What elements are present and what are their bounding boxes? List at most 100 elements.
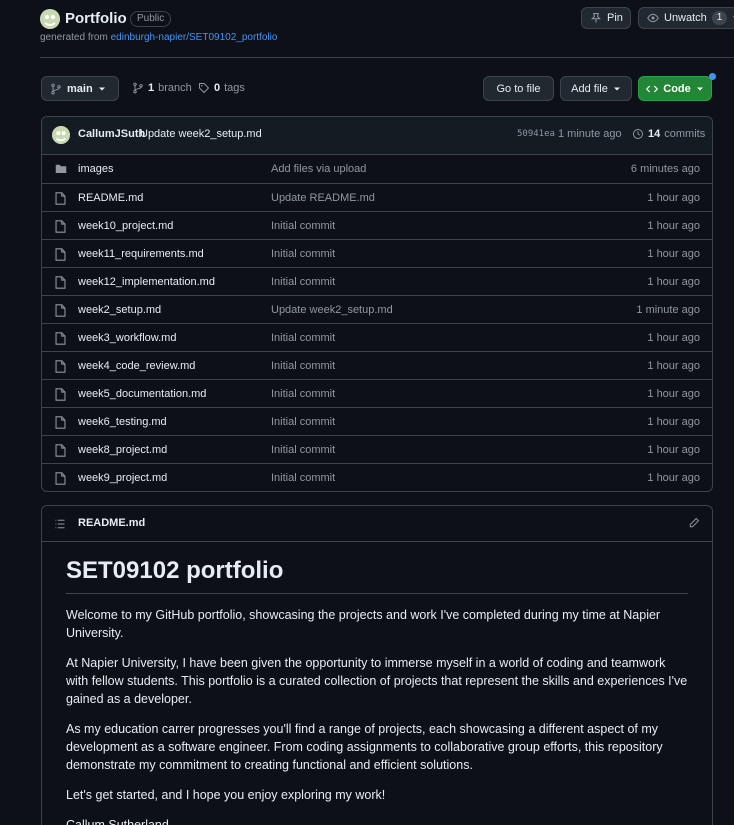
readme-signature: Callum Sutherland bbox=[66, 818, 169, 825]
add-file-button[interactable]: Add file bbox=[560, 76, 632, 101]
readme-header: README.md bbox=[42, 506, 712, 542]
code-label: Code bbox=[663, 82, 691, 95]
file-commit-message[interactable]: Initial commit bbox=[271, 472, 335, 484]
file-icon bbox=[55, 220, 66, 233]
file-row[interactable]: week8_project.md Initial commit 1 hour ago bbox=[42, 435, 712, 463]
pin-icon bbox=[590, 12, 602, 24]
file-name[interactable]: week5_documentation.md bbox=[78, 388, 206, 400]
file-row[interactable]: week4_code_review.md Initial commit 1 hour… bbox=[42, 351, 712, 379]
unwatch-label: Unwatch bbox=[664, 12, 707, 24]
commit-message[interactable]: Update week2_setup.md bbox=[140, 128, 262, 140]
file-commit-time: 1 hour ago bbox=[647, 471, 700, 484]
file-name[interactable]: README.md bbox=[78, 192, 143, 204]
file-commit-message[interactable]: Update week2_setup.md bbox=[271, 304, 393, 316]
readme-paragraph: Let's get started, and I hope you enjoy … bbox=[66, 788, 386, 802]
file-row[interactable]: week5_documentation.md Initial commit 1 ho… bbox=[42, 379, 712, 407]
branches-link[interactable]: 1 branch bbox=[132, 82, 192, 94]
file-browser: CallumJSuth Update week2_setup.md 50941e… bbox=[41, 116, 713, 492]
file-commit-message[interactable]: Initial commit bbox=[271, 444, 335, 456]
file-name[interactable]: week9_project.md bbox=[78, 472, 167, 484]
notification-dot bbox=[709, 73, 716, 80]
file-commit-message[interactable]: Initial commit bbox=[271, 388, 335, 400]
tag-icon bbox=[198, 82, 210, 94]
readme-heading: SET09102 portfolio bbox=[66, 556, 688, 594]
file-commit-time: 1 hour ago bbox=[647, 331, 700, 344]
commits-link[interactable]: 14 commits bbox=[632, 128, 705, 140]
code-button[interactable]: Code bbox=[638, 76, 712, 101]
file-row[interactable]: week11_requirements.md Initial commit 1 ho… bbox=[42, 239, 712, 267]
file-icon bbox=[55, 276, 66, 289]
file-row[interactable]: week3_workflow.md Initial commit 1 hour ag… bbox=[42, 323, 712, 351]
pin-label: Pin bbox=[607, 12, 623, 24]
file-icon bbox=[55, 332, 66, 345]
watch-count: 1 bbox=[711, 11, 728, 25]
file-commit-message[interactable]: Initial commit bbox=[271, 220, 335, 232]
pin-button[interactable]: Pin bbox=[581, 7, 631, 29]
file-row[interactable]: images Add files via upload 6 minutes ago bbox=[42, 155, 712, 183]
readme-file-label[interactable]: README.md bbox=[78, 517, 145, 529]
file-commit-message[interactable]: Initial commit bbox=[271, 276, 335, 288]
file-name[interactable]: week11_requirements.md bbox=[78, 248, 204, 260]
file-commit-time: 1 hour ago bbox=[647, 247, 700, 260]
file-row[interactable]: week12_implementation.md Initial commit 1 … bbox=[42, 267, 712, 295]
file-name[interactable]: week10_project.md bbox=[78, 220, 173, 232]
file-icon bbox=[55, 416, 66, 429]
file-row[interactable]: week9_project.md Initial commit 1 hour ago bbox=[42, 463, 712, 491]
code-icon bbox=[646, 83, 659, 95]
file-commit-message[interactable]: Initial commit bbox=[271, 332, 335, 344]
file-name[interactable]: images bbox=[78, 163, 113, 175]
commit-time: 1 minute ago bbox=[558, 128, 622, 140]
branch-name: main bbox=[67, 82, 93, 95]
file-icon bbox=[55, 472, 66, 485]
file-row[interactable]: week10_project.md Initial commit 1 hour ag… bbox=[42, 211, 712, 239]
file-commit-time: 1 minute ago bbox=[636, 303, 700, 316]
file-commit-time: 1 hour ago bbox=[647, 415, 700, 428]
commit-author[interactable]: CallumJSuth bbox=[78, 128, 145, 140]
file-icon bbox=[55, 444, 66, 457]
file-commit-message[interactable]: Initial commit bbox=[271, 360, 335, 372]
file-row[interactable]: README.md Update README.md 1 hour ago bbox=[42, 183, 712, 211]
branch-selector[interactable]: main bbox=[41, 76, 119, 101]
chevron-down-icon bbox=[613, 85, 621, 93]
file-commit-time: 1 hour ago bbox=[647, 387, 700, 400]
commit-sha[interactable]: 50941ea bbox=[517, 129, 555, 139]
branch-icon bbox=[50, 83, 62, 95]
template-link[interactable]: edinburgh-napier/SET09102_portfolio bbox=[111, 32, 278, 43]
file-icon bbox=[55, 192, 66, 205]
branch-word: branch bbox=[158, 82, 192, 94]
tags-link[interactable]: 0 tags bbox=[198, 82, 245, 94]
unwatch-button[interactable]: Unwatch 1 bbox=[638, 7, 734, 29]
file-commit-message[interactable]: Initial commit bbox=[271, 248, 335, 260]
file-commit-time: 1 hour ago bbox=[647, 359, 700, 372]
file-commit-message[interactable]: Initial commit bbox=[271, 416, 335, 428]
file-commit-time: 6 minutes ago bbox=[630, 163, 700, 175]
file-commit-time: 1 hour ago bbox=[647, 275, 700, 288]
commit-count: 14 bbox=[648, 128, 661, 140]
go-to-file-button[interactable]: Go to file bbox=[483, 76, 554, 101]
commit-word: commits bbox=[664, 128, 706, 140]
tag-word: tags bbox=[224, 82, 245, 94]
file-commit-message[interactable]: Add files via upload bbox=[271, 163, 366, 175]
file-name[interactable]: week2_setup.md bbox=[78, 304, 161, 316]
file-row[interactable]: week6_testing.md Initial commit 1 hour ago bbox=[42, 407, 712, 435]
file-name[interactable]: week8_project.md bbox=[78, 444, 167, 456]
author-avatar[interactable] bbox=[52, 126, 70, 144]
repo-name[interactable]: Portfolio bbox=[65, 9, 127, 29]
addfile-label: Add file bbox=[571, 82, 608, 95]
list-icon[interactable] bbox=[54, 518, 66, 530]
file-name[interactable]: week4_code_review.md bbox=[78, 360, 195, 372]
branch-count: 1 bbox=[148, 82, 155, 94]
file-name[interactable]: week12_implementation.md bbox=[78, 276, 215, 288]
owner-avatar[interactable] bbox=[40, 9, 60, 29]
readme-panel: README.md SET09102 portfolio Welcome to … bbox=[41, 505, 713, 825]
readme-paragraph: As my education carrer progresses you'll… bbox=[66, 722, 663, 772]
file-commit-message[interactable]: Update README.md bbox=[271, 192, 375, 204]
header-divider bbox=[40, 57, 734, 58]
file-row[interactable]: week2_setup.md Update week2_setup.md 1 min… bbox=[42, 295, 712, 323]
folder-icon bbox=[55, 163, 67, 174]
file-name[interactable]: week3_workflow.md bbox=[78, 332, 176, 344]
visibility-badge: Public bbox=[130, 11, 172, 27]
tag-count: 0 bbox=[214, 82, 221, 94]
pencil-icon[interactable] bbox=[688, 517, 700, 529]
file-name[interactable]: week6_testing.md bbox=[78, 416, 167, 428]
